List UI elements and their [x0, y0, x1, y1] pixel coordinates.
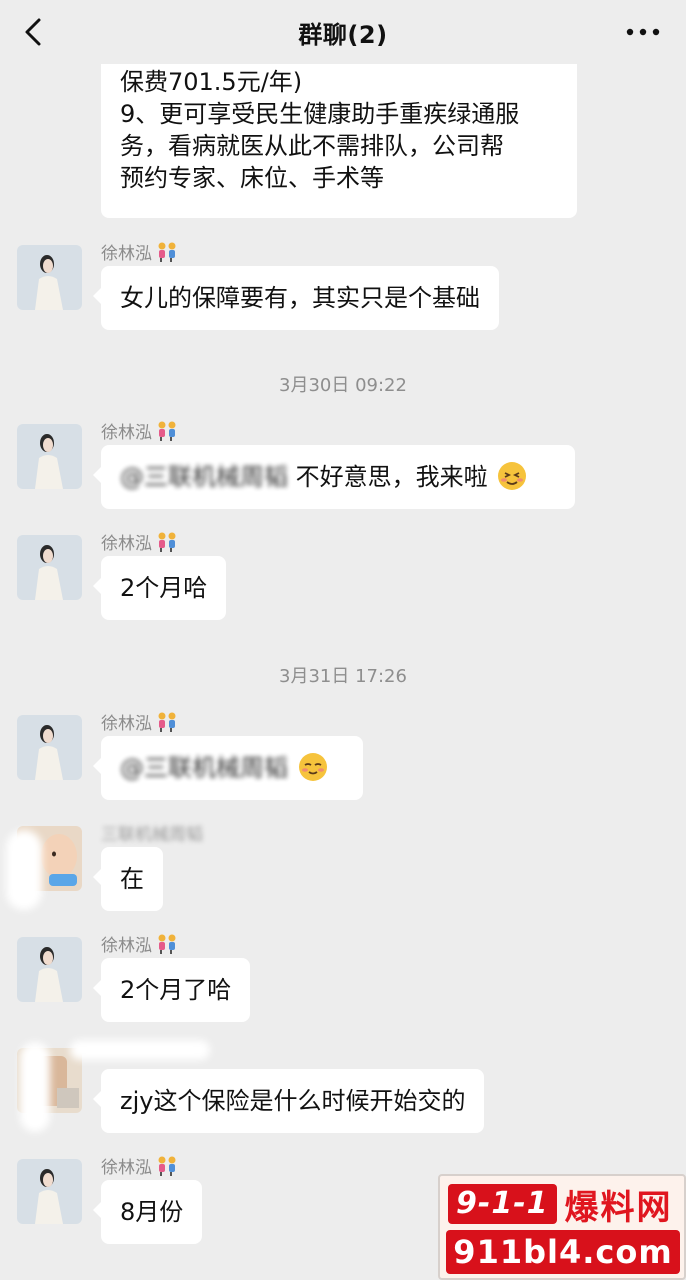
sender-name: 徐林泓 [101, 1153, 178, 1178]
avatar[interactable] [17, 937, 82, 1002]
timestamp: 3月30日 09:22 [279, 375, 407, 396]
avatar[interactable] [17, 715, 82, 780]
two-girls-emoji [158, 934, 176, 954]
sender-name: 徐林泓 [101, 418, 178, 443]
sender-name: 徐林泓 [101, 931, 178, 956]
message-bubble[interactable]: @三联机械周韬 不好意思，我来啦 [93, 445, 575, 509]
embarrassed-smile-emoji [498, 462, 527, 490]
two-girls-emoji [158, 242, 176, 262]
redaction-mark [70, 1040, 210, 1060]
sender-name: 徐林泓 [101, 239, 178, 264]
message-bubble[interactable]: 2个月哈 [92, 556, 227, 620]
two-girls-emoji [158, 421, 176, 441]
two-girls-emoji [158, 712, 176, 732]
message-line: 保费701.5元/年) [120, 68, 303, 96]
shy-smile-emoji [298, 753, 327, 781]
message-line: 预约专家、床位、手术等 [120, 164, 384, 192]
avatar[interactable] [17, 245, 82, 310]
message-bubble[interactable]: 8月份 [92, 1180, 203, 1244]
sender-name: 徐林泓 [101, 529, 178, 554]
avatar[interactable] [17, 535, 82, 600]
avatar[interactable] [17, 1159, 82, 1224]
chevron-left-icon[interactable] [18, 16, 48, 48]
timestamp: 3月31日 17:26 [279, 666, 407, 687]
sender-name: 三联机械周韬 [101, 825, 203, 845]
message-bubble[interactable]: @三联机械周韬 [93, 736, 363, 800]
message-bubble[interactable]: 女儿的保障要有，其实只是个基础 [93, 266, 499, 330]
sender-name: 徐林泓 [101, 709, 178, 734]
watermark-url: 911bl4.com [446, 1230, 680, 1274]
watermark-logo: 9-1-1 爆料网 911bl4.com [438, 1174, 686, 1280]
message-line: 务，看病就医从此不需排队，公司帮 [120, 132, 504, 160]
more-dots-icon[interactable] [624, 22, 662, 42]
redaction-mark [6, 830, 42, 910]
watermark-title: 爆料网 [564, 1187, 673, 1228]
mention-text[interactable]: @三联机械周韬 [120, 463, 288, 491]
nav-bar: 群聊(2) [0, 0, 686, 64]
message-bubble[interactable]: 2个月了哈 [92, 958, 251, 1022]
avatar[interactable] [17, 424, 82, 489]
message-bubble[interactable]: 在 [93, 847, 163, 911]
two-girls-emoji [158, 1156, 176, 1176]
mention-text[interactable]: @三联机械周韬 [120, 754, 288, 782]
chat-screen: 群聊(2) 保费701.5元/年) 9、更可享受民生健康助手重疾绿通服 务，看病… [0, 0, 686, 1280]
two-girls-emoji [158, 532, 176, 552]
watermark-number: 9-1-1 [448, 1184, 557, 1224]
message-bubble[interactable]: zjy这个保险是什么时候开始交的 [92, 1069, 485, 1133]
chat-title: 群聊(2) [298, 20, 388, 49]
redaction-mark [20, 1042, 50, 1132]
message-line: 9、更可享受民生健康助手重疾绿通服 [120, 100, 520, 128]
